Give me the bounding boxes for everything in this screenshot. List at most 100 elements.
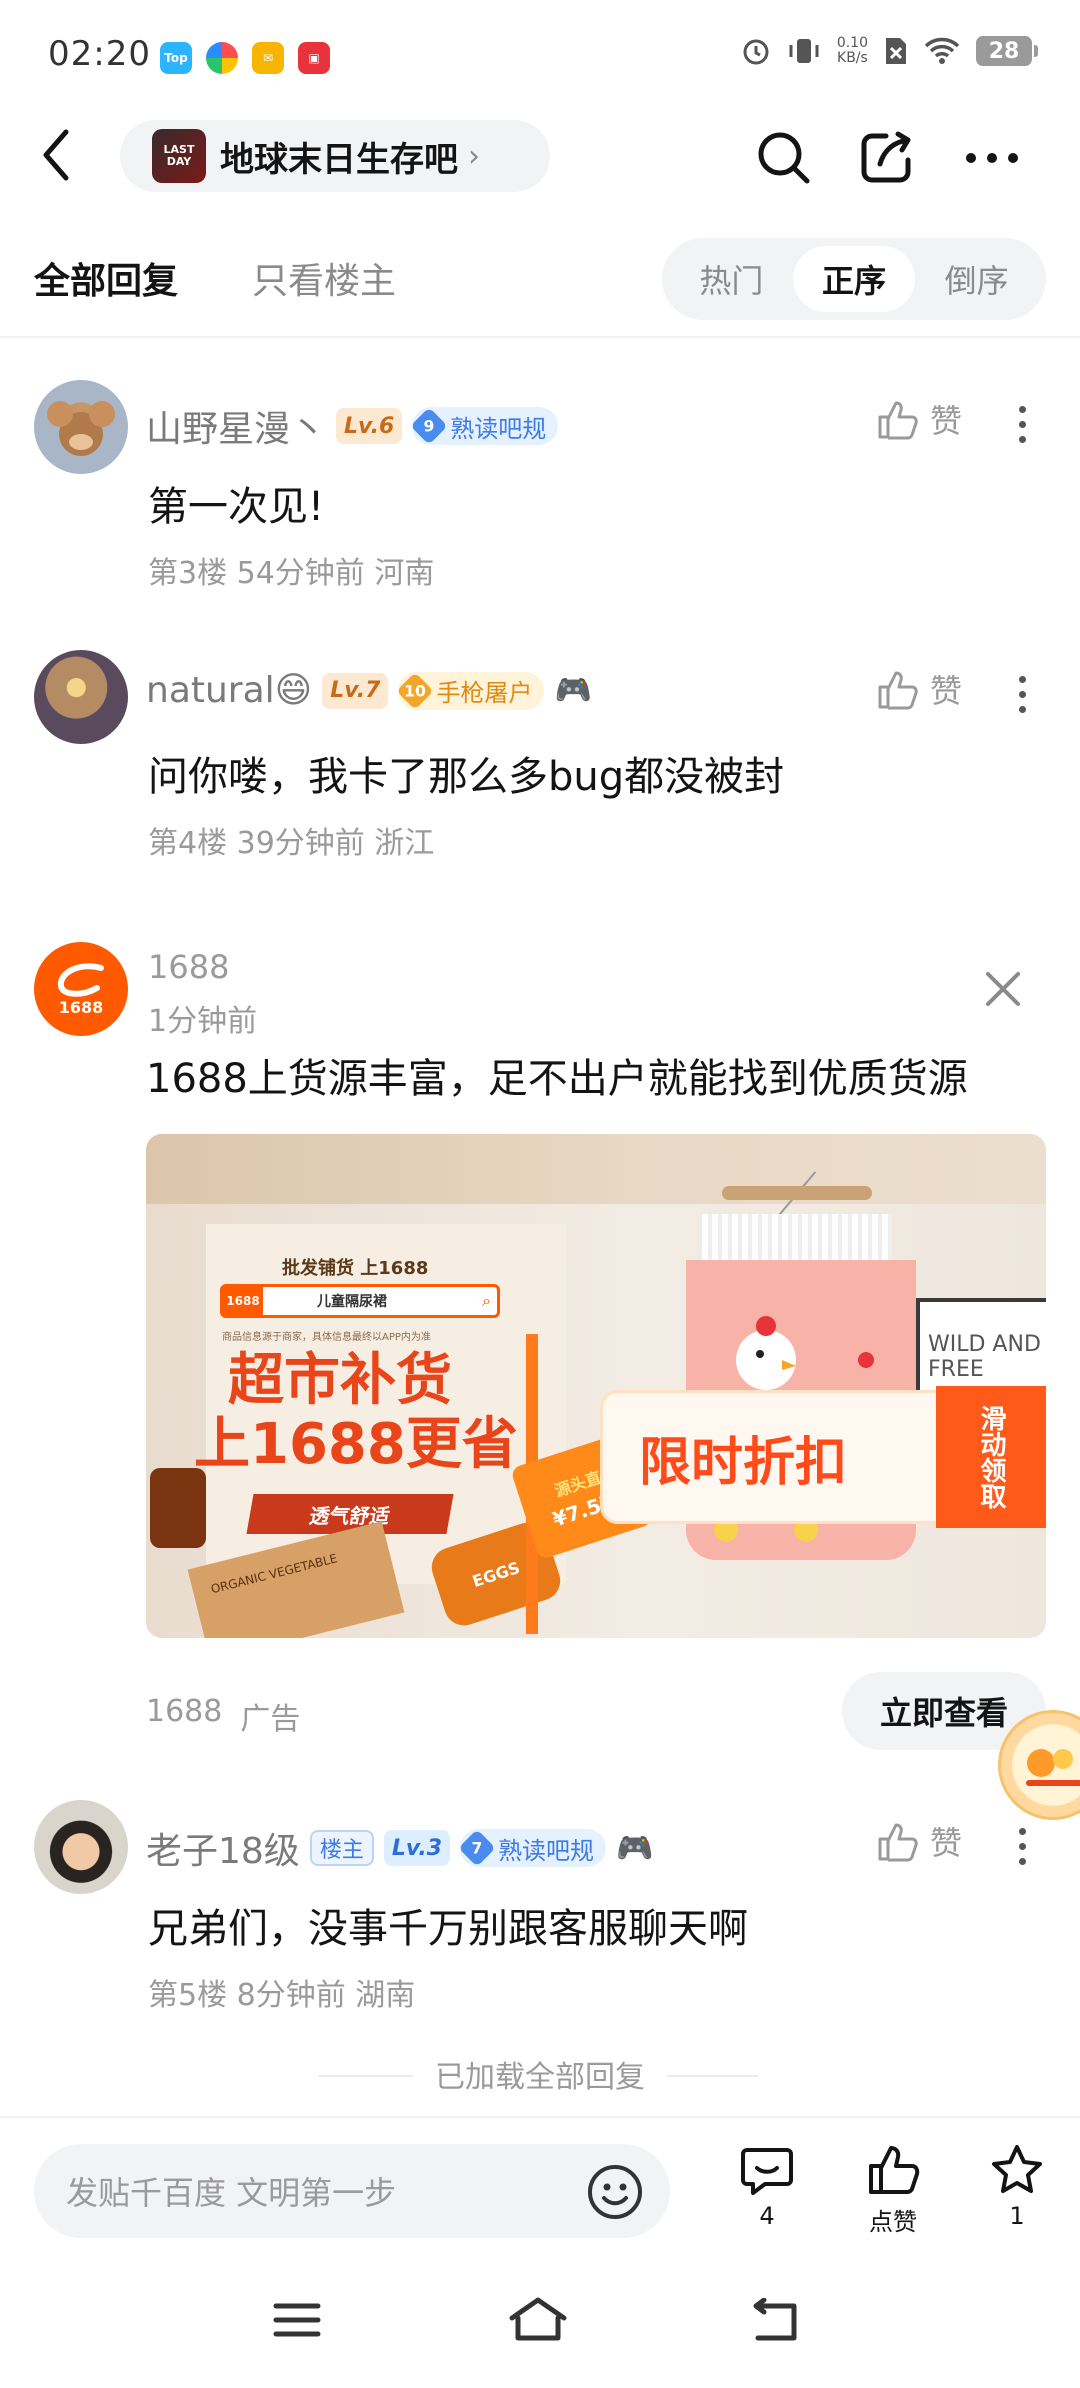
- more-options-button[interactable]: [1002, 1816, 1042, 1876]
- level-badge: Lv.3: [383, 1830, 451, 1866]
- menu-nav-button[interactable]: [272, 2300, 322, 2344]
- footer-wrapper: 已加载全部回复: [0, 2052, 1080, 2096]
- app-pinwheel-icon: [206, 42, 238, 74]
- ad-source: 1688: [146, 1694, 223, 1729]
- username[interactable]: 山野星漫丶: [146, 400, 326, 452]
- thumbs-up-icon: [878, 671, 918, 710]
- search-icon: ⌕: [482, 1291, 491, 1310]
- post-meta: 第4楼 39分钟前 浙江: [148, 826, 435, 861]
- comments-button[interactable]: 4: [722, 2142, 812, 2230]
- app-mail-icon: ✉: [252, 42, 284, 74]
- forum-name: 地球末日生存吧: [220, 139, 458, 180]
- sort-descending[interactable]: 倒序: [915, 246, 1038, 312]
- back-arrow-icon: [753, 2297, 797, 2341]
- post-text: 兄弟们，没事千万别跟客服聊天啊: [148, 1906, 748, 1952]
- favorite-button[interactable]: 1: [972, 2142, 1062, 2230]
- floating-activity-icon[interactable]: [998, 1710, 1080, 1820]
- smiley-icon: [588, 2165, 642, 2219]
- ad-footer: 1688 广告: [146, 1694, 300, 1738]
- like-button[interactable]: 赞: [876, 1818, 962, 1864]
- diamond-icon: 7: [458, 1829, 496, 1867]
- more-options-button[interactable]: [1002, 394, 1042, 454]
- emoji-button[interactable]: [586, 2163, 644, 2221]
- ad-search-logo: 1688: [223, 1287, 263, 1315]
- title-badge: 7 熟读吧规: [458, 1829, 607, 1867]
- diamond-icon: 9: [410, 407, 449, 445]
- wifi-icon: [924, 37, 960, 64]
- ad-swipe-tab[interactable]: 滑动领取: [936, 1386, 1046, 1528]
- thumbs-up-icon: [878, 1823, 918, 1862]
- close-ad-button[interactable]: [980, 966, 1026, 1012]
- host-badge: 楼主: [309, 1830, 374, 1866]
- share-icon: [861, 131, 911, 183]
- username[interactable]: natural😄: [146, 670, 312, 711]
- post-header: natural😄 Lv.7 10 手枪屠户 🎮: [146, 670, 592, 711]
- like-button[interactable]: 赞: [876, 666, 962, 712]
- system-nav-bar: [0, 2270, 1080, 2388]
- ad-text: 1688上货源丰富，足不出户就能找到优质货源: [146, 1056, 968, 1102]
- ad-headline-1: 超市补货: [228, 1348, 452, 1413]
- ad-banner-image[interactable]: 批发铺货 上1688 1688 儿童隔尿裙 ⌕ 商品信息源于商家，具体信息最终以…: [146, 1134, 1046, 1638]
- ad-label: 广告: [240, 1702, 301, 1737]
- chevron-left-icon: [43, 129, 69, 181]
- like-button[interactable]: 赞: [876, 396, 962, 442]
- star-icon: [992, 2145, 1042, 2193]
- menu-icon: [273, 2303, 321, 2337]
- all-replies-loaded: 已加载全部回复: [413, 2060, 667, 2095]
- ad-discount-text: 限时折扣: [639, 1432, 848, 1493]
- avatar-mouse-image: [47, 401, 115, 456]
- back-nav-button[interactable]: [750, 2297, 800, 2346]
- share-button[interactable]: [846, 118, 926, 198]
- comments-count: 4: [759, 2202, 775, 2230]
- ad-skirt-waist: [702, 1214, 892, 1264]
- comment-input[interactable]: 发贴千百度 文明第一步: [34, 2144, 670, 2238]
- avatar[interactable]: [34, 1800, 128, 1894]
- gamepad-icon: 🎮: [616, 1830, 654, 1866]
- vibrate-icon: [789, 39, 819, 63]
- sort-hot[interactable]: 热门: [670, 246, 793, 312]
- username[interactable]: 老子18级: [146, 1822, 300, 1874]
- ad-brand-icon: [58, 962, 104, 997]
- back-button[interactable]: [40, 120, 90, 190]
- sort-toggle: 热门 正序 倒序: [662, 238, 1046, 320]
- forum-logo: LAST DAY: [152, 129, 206, 183]
- like-post-button[interactable]: 点赞: [848, 2142, 938, 2237]
- home-nav-button[interactable]: [508, 2296, 568, 2346]
- divider: [0, 336, 1080, 338]
- title-badge: 9 熟读吧规: [410, 407, 559, 445]
- ad-headline-2: 上1688更省: [194, 1412, 518, 1477]
- ad-advertiser[interactable]: 1688: [148, 948, 229, 986]
- tab-op-only[interactable]: 只看楼主: [252, 252, 396, 304]
- favorite-count: 1: [1009, 2202, 1025, 2230]
- status-right: 0.10 KB/s 28: [741, 35, 1038, 66]
- avatar[interactable]: [34, 380, 128, 474]
- status-time: 02:20: [48, 34, 151, 74]
- tab-all-replies[interactable]: 全部回复: [34, 252, 178, 304]
- home-icon: [509, 2297, 567, 2341]
- net-speed: 0.10 KB/s: [836, 35, 868, 66]
- status-app-icons: Top ✉ ▣: [160, 42, 330, 74]
- level-badge: Lv.7: [322, 672, 389, 709]
- sort-ascending[interactable]: 正序: [792, 246, 916, 312]
- no-sim-icon: [886, 38, 906, 64]
- post-header: 山野星漫丶 Lv.6 9 熟读吧规: [146, 400, 559, 452]
- chevron-right-icon: ›: [468, 138, 480, 174]
- search-button[interactable]: [744, 118, 824, 198]
- post-meta: 第5楼 8分钟前 湖南: [148, 1978, 416, 2013]
- search-icon: [758, 132, 810, 184]
- post-meta: 第3楼 54分钟前 河南: [148, 556, 435, 591]
- diamond-icon: 10: [396, 671, 435, 710]
- forum-entry[interactable]: LAST DAY 地球末日生存吧 ›: [120, 120, 550, 192]
- ad-discount-panel[interactable]: 限时折扣: [600, 1390, 970, 1524]
- ad-logo[interactable]: 1688: [34, 942, 128, 1036]
- ad-search-text: 儿童隔尿裙: [317, 1294, 387, 1310]
- more-button[interactable]: [952, 118, 1032, 198]
- avatar[interactable]: [34, 650, 128, 744]
- ad-jar: [150, 1468, 206, 1548]
- title-badge: 10 手枪屠户: [396, 671, 545, 710]
- ad-shelf: [146, 1134, 1046, 1204]
- activity-badge-icon: [1026, 1749, 1080, 1786]
- close-icon: [986, 972, 1020, 1006]
- more-options-button[interactable]: [1002, 664, 1042, 724]
- post-text: 问你喽，我卡了那么多bug都没被封: [148, 754, 785, 800]
